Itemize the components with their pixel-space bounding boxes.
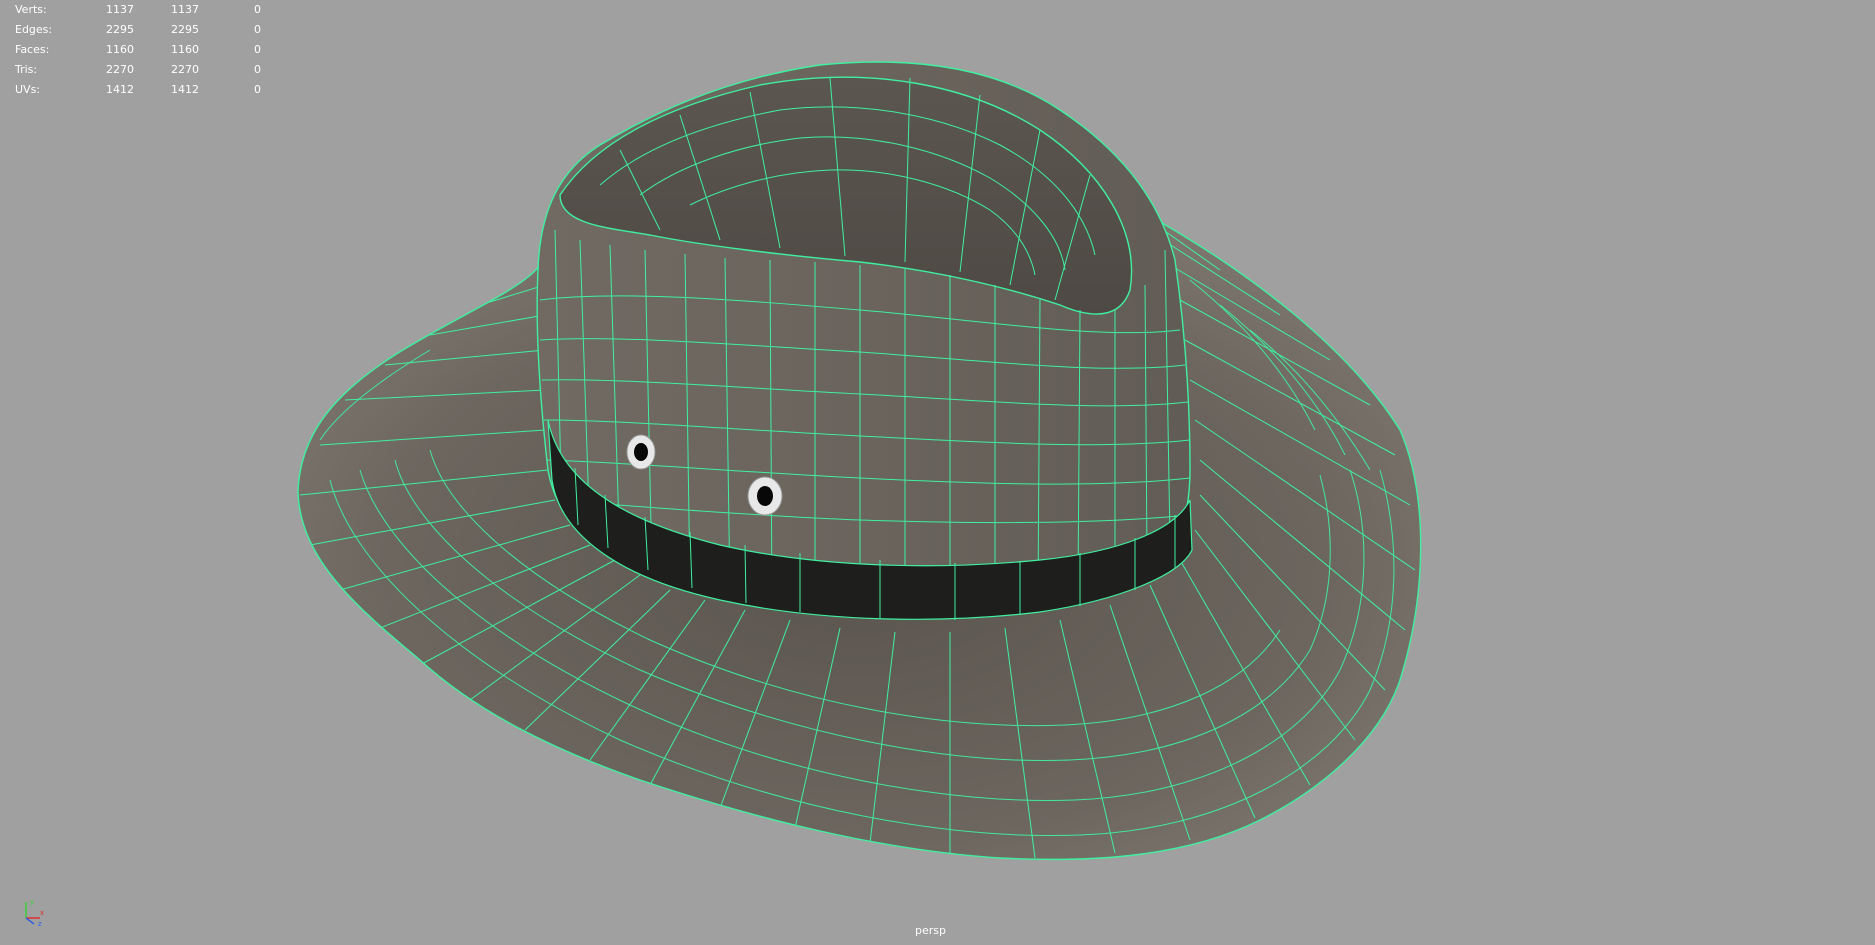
hud-value-object: 1412 bbox=[106, 83, 134, 96]
hat-mesh-scene[interactable] bbox=[0, 0, 1875, 945]
hud-row-uvs: UVs: 1412 1412 0 bbox=[0, 80, 270, 100]
hud-value-selected: 2270 bbox=[171, 63, 199, 76]
hud-label: UVs: bbox=[15, 83, 41, 96]
hud-value-selected: 1137 bbox=[171, 3, 199, 16]
hud-row-faces: Faces: 1160 1160 0 bbox=[0, 40, 270, 60]
maya-viewport[interactable]: Verts: 1137 1137 0 Edges: 2295 2295 0 Fa… bbox=[0, 0, 1875, 945]
poly-count-hud: Verts: 1137 1137 0 Edges: 2295 2295 0 Fa… bbox=[0, 0, 270, 100]
axis-label-z: z bbox=[38, 920, 42, 926]
hud-value-components: 0 bbox=[254, 63, 261, 76]
hud-value-components: 0 bbox=[254, 83, 261, 96]
hud-label: Edges: bbox=[15, 23, 53, 36]
axis-gizmo-icon: y x z bbox=[25, 898, 44, 926]
hud-value-components: 0 bbox=[254, 23, 261, 36]
hud-value-components: 0 bbox=[254, 43, 261, 56]
camera-name-label: persp bbox=[915, 924, 946, 937]
hud-value-selected: 1412 bbox=[171, 83, 199, 96]
hud-label: Verts: bbox=[15, 3, 47, 16]
hat-mesh[interactable] bbox=[297, 61, 1422, 861]
hud-row-tris: Tris: 2270 2270 0 bbox=[0, 60, 270, 80]
hud-label: Faces: bbox=[15, 43, 50, 56]
hud-value-components: 0 bbox=[254, 3, 261, 16]
hud-value-selected: 1160 bbox=[171, 43, 199, 56]
hud-value-object: 1137 bbox=[106, 3, 134, 16]
hud-row-verts: Verts: 1137 1137 0 bbox=[0, 0, 270, 20]
hud-value-object: 1160 bbox=[106, 43, 134, 56]
hud-label: Tris: bbox=[15, 63, 38, 76]
axis-label-x: x bbox=[40, 909, 44, 917]
hud-value-object: 2270 bbox=[106, 63, 134, 76]
axis-label-y: y bbox=[30, 898, 34, 906]
hud-value-selected: 2295 bbox=[171, 23, 199, 36]
hud-value-object: 2295 bbox=[106, 23, 134, 36]
hud-row-edges: Edges: 2295 2295 0 bbox=[0, 20, 270, 40]
